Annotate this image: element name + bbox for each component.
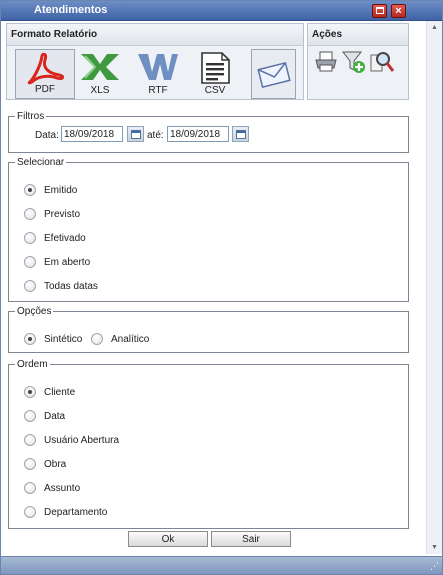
radio-button[interactable] bbox=[24, 482, 36, 494]
close-button[interactable]: × bbox=[391, 4, 406, 18]
radio-label: Obra bbox=[44, 458, 67, 470]
radio-sintetico[interactable]: Sintético bbox=[24, 332, 82, 346]
end-date-input[interactable] bbox=[167, 126, 229, 142]
radio-label: Emitido bbox=[44, 184, 78, 196]
radio-assunto[interactable]: Assunto bbox=[24, 481, 80, 495]
radio-label: Departamento bbox=[44, 506, 108, 518]
actions-panel: Ações bbox=[307, 23, 409, 100]
filters-legend: Filtros bbox=[17, 111, 45, 122]
title-bar[interactable]: Atendimentos × bbox=[1, 1, 442, 21]
radio-label: Sintético bbox=[44, 333, 83, 345]
order-group: Ordem Cliente Data Usuário Abertura Obra… bbox=[8, 359, 409, 529]
pdf-format-button[interactable]: PDF bbox=[15, 49, 75, 99]
radio-label: Previsto bbox=[44, 208, 81, 220]
maximize-button[interactable] bbox=[372, 4, 387, 18]
radio-button[interactable] bbox=[24, 184, 36, 196]
add-filter-button[interactable] bbox=[341, 50, 366, 74]
ok-button[interactable]: Ok bbox=[128, 531, 208, 547]
radio-label: Assunto bbox=[44, 482, 81, 494]
exit-button[interactable]: Sair bbox=[211, 531, 291, 547]
radio-label: Usuário Abertura bbox=[44, 434, 120, 446]
resize-grip-icon[interactable]: ⋰ bbox=[430, 561, 439, 572]
options-group: Opções Sintético Analítico bbox=[8, 306, 409, 353]
radio-todas-datas[interactable]: Todas datas bbox=[24, 279, 98, 293]
radio-departamento[interactable]: Departamento bbox=[24, 505, 107, 519]
report-format-title: Formato Relatório bbox=[7, 24, 303, 46]
xls-format-button[interactable]: XLS bbox=[70, 49, 130, 99]
radio-previsto[interactable]: Previsto bbox=[24, 207, 80, 221]
end-calendar-button[interactable] bbox=[232, 126, 249, 142]
radio-cliente[interactable]: Cliente bbox=[24, 385, 75, 399]
rtf-icon bbox=[138, 54, 178, 80]
radio-button[interactable] bbox=[24, 280, 36, 292]
add-filter-icon bbox=[341, 51, 365, 73]
order-legend: Ordem bbox=[17, 359, 48, 370]
xls-label: XLS bbox=[90, 85, 110, 96]
radio-button[interactable] bbox=[91, 333, 103, 345]
csv-format-button[interactable]: CSV bbox=[185, 49, 245, 99]
report-window: Atendimentos × ▲ ▼ Formato Relatório PDF… bbox=[0, 0, 443, 575]
radio-label: Cliente bbox=[44, 386, 76, 398]
scroll-up-icon[interactable]: ▲ bbox=[431, 24, 438, 31]
radio-label: Data bbox=[44, 410, 66, 422]
email-format-button[interactable] bbox=[251, 49, 296, 99]
radio-analitico[interactable]: Analítico bbox=[91, 332, 149, 346]
radio-button[interactable] bbox=[24, 506, 36, 518]
status-bar: ⋰ bbox=[1, 556, 442, 574]
csv-label: CSV bbox=[204, 85, 226, 96]
radio-usuario-abertura[interactable]: Usuário Abertura bbox=[24, 433, 119, 447]
rtf-format-button[interactable]: RTF bbox=[128, 49, 188, 99]
radio-obra[interactable]: Obra bbox=[24, 457, 66, 471]
preview-button[interactable] bbox=[370, 50, 395, 74]
date-label: Data: bbox=[35, 130, 59, 141]
preview-icon bbox=[370, 52, 395, 72]
radio-button[interactable] bbox=[24, 410, 36, 422]
pdf-label: PDF bbox=[35, 84, 55, 95]
select-group: Selecionar Emitido Previsto Efetivado Em… bbox=[8, 157, 409, 302]
radio-em-aberto[interactable]: Em aberto bbox=[24, 255, 90, 269]
pdf-icon bbox=[27, 53, 65, 85]
print-button[interactable] bbox=[314, 50, 338, 74]
radio-button[interactable] bbox=[24, 434, 36, 446]
radio-button[interactable] bbox=[24, 256, 36, 268]
start-date-input[interactable] bbox=[61, 126, 123, 142]
email-icon bbox=[256, 61, 291, 89]
until-label: até: bbox=[147, 130, 164, 141]
filters-group: Filtros Data: até: bbox=[8, 111, 409, 153]
radio-efetivado[interactable]: Efetivado bbox=[24, 231, 86, 245]
radio-button[interactable] bbox=[24, 386, 36, 398]
window-title: Atendimentos bbox=[34, 4, 108, 16]
radio-button[interactable] bbox=[24, 232, 36, 244]
actions-title: Ações bbox=[308, 24, 408, 46]
xls-icon bbox=[81, 54, 119, 80]
radio-label: Todas datas bbox=[44, 280, 98, 292]
options-legend: Opções bbox=[17, 306, 52, 317]
select-legend: Selecionar bbox=[17, 157, 65, 168]
scroll-down-icon[interactable]: ▼ bbox=[431, 544, 438, 551]
radio-button[interactable] bbox=[24, 333, 36, 345]
calendar-icon bbox=[131, 130, 141, 139]
csv-icon bbox=[201, 52, 230, 84]
radio-button[interactable] bbox=[24, 208, 36, 220]
radio-button[interactable] bbox=[24, 458, 36, 470]
radio-label: Efetivado bbox=[44, 232, 86, 244]
maximize-icon bbox=[375, 7, 384, 14]
start-calendar-button[interactable] bbox=[127, 126, 144, 142]
vertical-scrollbar[interactable]: ▲ ▼ bbox=[426, 21, 442, 554]
radio-data[interactable]: Data bbox=[24, 409, 65, 423]
report-format-panel: Formato Relatório PDF XLS RTF CSV bbox=[6, 23, 304, 100]
radio-emitido[interactable]: Emitido bbox=[24, 183, 77, 197]
printer-icon bbox=[315, 51, 337, 72]
radio-label: Analítico bbox=[111, 333, 150, 345]
radio-label: Em aberto bbox=[44, 256, 91, 268]
rtf-label: RTF bbox=[148, 85, 168, 96]
calendar-icon bbox=[236, 130, 246, 139]
